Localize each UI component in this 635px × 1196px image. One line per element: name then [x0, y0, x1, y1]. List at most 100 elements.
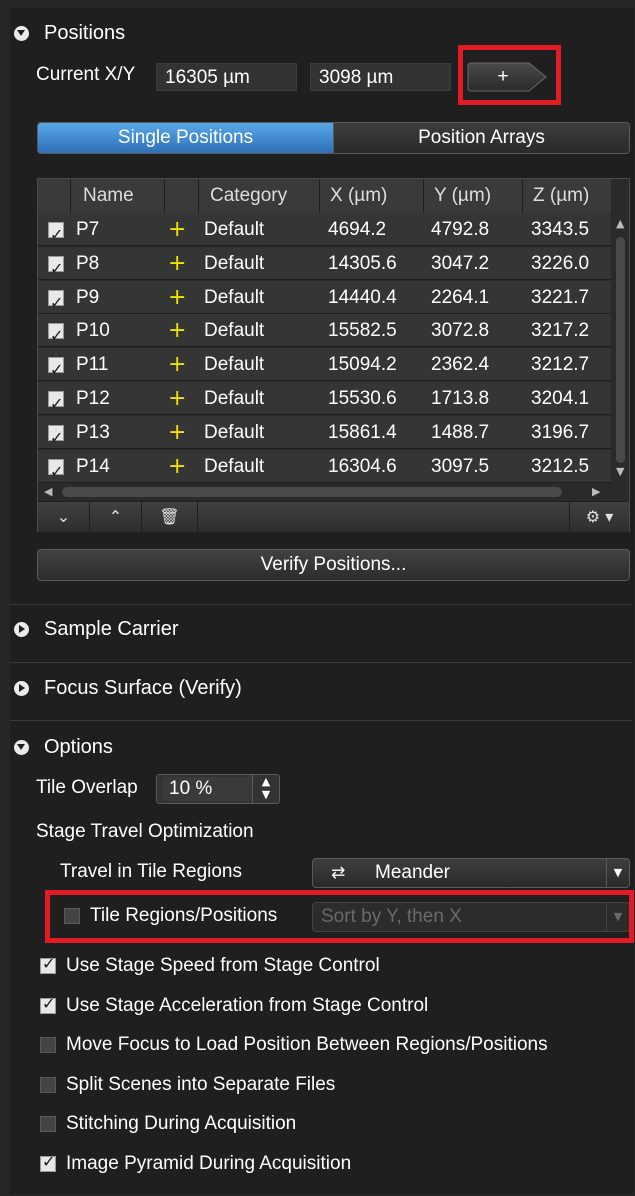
- option-label: Use Stage Speed from Stage Control: [66, 955, 380, 976]
- travel-tile-regions-select[interactable]: ⇄ Meander ▼: [312, 858, 630, 888]
- position-marker-icon: +: [168, 352, 187, 378]
- row-x: 14440.4: [328, 286, 397, 308]
- option-checkbox[interactable]: [40, 994, 56, 1014]
- position-marker-icon: +: [168, 419, 187, 445]
- row-z: 3212.7: [531, 354, 590, 376]
- row-checkbox[interactable]: [48, 421, 64, 454]
- header-y[interactable]: Y (µm): [423, 179, 522, 213]
- row-checkbox[interactable]: [48, 218, 64, 251]
- option-checkbox[interactable]: [40, 1116, 56, 1133]
- move-up-icon[interactable]: ⌃: [90, 502, 142, 532]
- highlight-box-sort: [45, 890, 634, 943]
- table-row[interactable]: P9 + Default 14440.4 2264.1 3221.7: [38, 280, 611, 319]
- option-item[interactable]: Split Scenes into Separate Files: [40, 1070, 335, 1100]
- option-checkbox[interactable]: [40, 1037, 56, 1054]
- tile-overlap-stepper[interactable]: 10 % ▲ ▼: [156, 774, 280, 804]
- horizontal-scroll-thumb[interactable]: [62, 487, 562, 497]
- row-name: P11: [76, 354, 109, 376]
- table-toolbar: ⌄ ⌃ 🗑 ⚙ ▾: [38, 501, 629, 532]
- expand-icon: [14, 621, 29, 637]
- divider: [10, 662, 632, 663]
- option-label: Image Pyramid During Acquisition: [66, 1153, 352, 1174]
- table-row[interactable]: P11 + Default 15094.2 2362.4 3212.7: [38, 348, 611, 386]
- position-marker-icon: +: [168, 284, 187, 310]
- table-row[interactable]: P10 + Default 15582.5 3072.8 3217.2: [38, 314, 611, 352]
- header-check-col: [38, 179, 70, 213]
- position-marker-icon: +: [168, 318, 187, 344]
- position-mode-tabs: Single Positions Position Arrays: [37, 122, 630, 154]
- option-item[interactable]: Use Stage Acceleration from Stage Contro…: [40, 991, 428, 1021]
- row-y: 2362.4: [431, 354, 490, 376]
- row-category: Default: [204, 320, 265, 342]
- move-down-icon[interactable]: ⌄: [38, 502, 90, 532]
- row-y: 3072.8: [431, 320, 490, 342]
- vertical-scrollbar[interactable]: ▲ ▼: [611, 213, 629, 483]
- current-xy-label: Current X/Y: [36, 64, 136, 85]
- row-checkbox[interactable]: [48, 455, 64, 488]
- tile-overlap-label: Tile Overlap: [36, 777, 138, 798]
- position-marker-icon: +: [168, 453, 187, 479]
- positions-section-header[interactable]: Positions: [14, 15, 125, 51]
- divider: [10, 720, 632, 721]
- options-header[interactable]: Options: [14, 729, 113, 765]
- current-y-field[interactable]: 3098 µm: [310, 63, 451, 91]
- table-row[interactable]: P12 + Default 15530.6 1713.8 3204.1: [38, 382, 611, 420]
- option-item[interactable]: Use Stage Speed from Stage Control: [40, 951, 380, 981]
- gear-icon[interactable]: ⚙ ▾: [569, 502, 629, 532]
- sample-carrier-title: Sample Carrier: [44, 617, 179, 640]
- row-y: 1488.7: [431, 421, 490, 443]
- option-checkbox[interactable]: [40, 1076, 56, 1093]
- row-checkbox[interactable]: [48, 353, 64, 386]
- row-name: P9: [76, 286, 100, 308]
- header-name[interactable]: Name: [70, 179, 164, 213]
- verify-positions-button[interactable]: Verify Positions...: [37, 549, 630, 581]
- row-x: 15861.4: [328, 421, 397, 443]
- row-name: P13: [76, 421, 110, 443]
- table-row[interactable]: P8 + Default 14305.6 3047.2 3226.0: [38, 246, 611, 285]
- row-checkbox[interactable]: [48, 387, 64, 420]
- horizontal-scrollbar[interactable]: ◀ ▶: [38, 483, 629, 501]
- chevron-down-icon[interactable]: ▼: [606, 859, 629, 887]
- vertical-scroll-thumb[interactable]: [616, 237, 625, 463]
- tile-overlap-value[interactable]: 10 %: [163, 777, 253, 801]
- row-checkbox[interactable]: [48, 319, 64, 352]
- row-x: 16304.6: [328, 455, 397, 477]
- row-z: 3217.2: [531, 320, 590, 342]
- scroll-down-icon[interactable]: ▼: [616, 465, 624, 478]
- header-z[interactable]: Z (µm): [522, 179, 611, 213]
- row-category: Default: [204, 455, 265, 477]
- trash-icon[interactable]: 🗑: [142, 502, 198, 532]
- tab-single-positions[interactable]: Single Positions: [38, 123, 333, 153]
- sample-carrier-header[interactable]: Sample Carrier: [14, 611, 178, 647]
- row-checkbox[interactable]: [48, 286, 64, 319]
- option-checkbox[interactable]: [40, 1152, 56, 1172]
- focus-surface-title: Focus Surface (Verify): [44, 676, 242, 699]
- expand-icon: [14, 680, 29, 696]
- row-x: 15530.6: [328, 388, 397, 409]
- travel-tile-regions-label: Travel in Tile Regions: [60, 861, 242, 882]
- table-row[interactable]: P14 + Default 16304.6 3097.5 3212.5: [38, 449, 611, 488]
- row-checkbox[interactable]: [48, 252, 64, 285]
- stepper-arrows-icon[interactable]: ▲ ▼: [252, 775, 279, 803]
- scroll-up-icon[interactable]: ▲: [616, 217, 624, 230]
- row-category: Default: [204, 388, 265, 409]
- table-row[interactable]: P13 + Default 15861.4 1488.7 3196.7: [38, 415, 611, 454]
- option-label: Use Stage Acceleration from Stage Contro…: [66, 994, 429, 1016]
- table-row[interactable]: P7 + Default 4694.2 4792.8 3343.5: [38, 213, 611, 251]
- option-checkbox[interactable]: [40, 954, 56, 974]
- divider: [10, 604, 632, 605]
- option-item[interactable]: Image Pyramid During Acquisition: [40, 1149, 351, 1179]
- scroll-right-icon[interactable]: ▶: [592, 485, 600, 498]
- focus-surface-header[interactable]: Focus Surface (Verify): [14, 670, 242, 706]
- header-category[interactable]: Category: [198, 179, 319, 213]
- tab-position-arrays[interactable]: Position Arrays: [333, 123, 629, 153]
- positions-title: Positions: [44, 21, 126, 44]
- row-name: P14: [76, 455, 110, 477]
- scroll-left-icon[interactable]: ◀: [44, 485, 52, 498]
- option-item[interactable]: Move Focus to Load Position Between Regi…: [40, 1030, 548, 1060]
- current-x-field[interactable]: 16305 µm: [156, 63, 297, 91]
- option-item[interactable]: Stitching During Acquisition: [40, 1109, 296, 1139]
- row-category: Default: [204, 219, 265, 240]
- positions-table: Name Category X (µm) Y (µm) Z (µm) P7 + De…: [37, 178, 630, 532]
- header-x[interactable]: X (µm): [319, 179, 423, 213]
